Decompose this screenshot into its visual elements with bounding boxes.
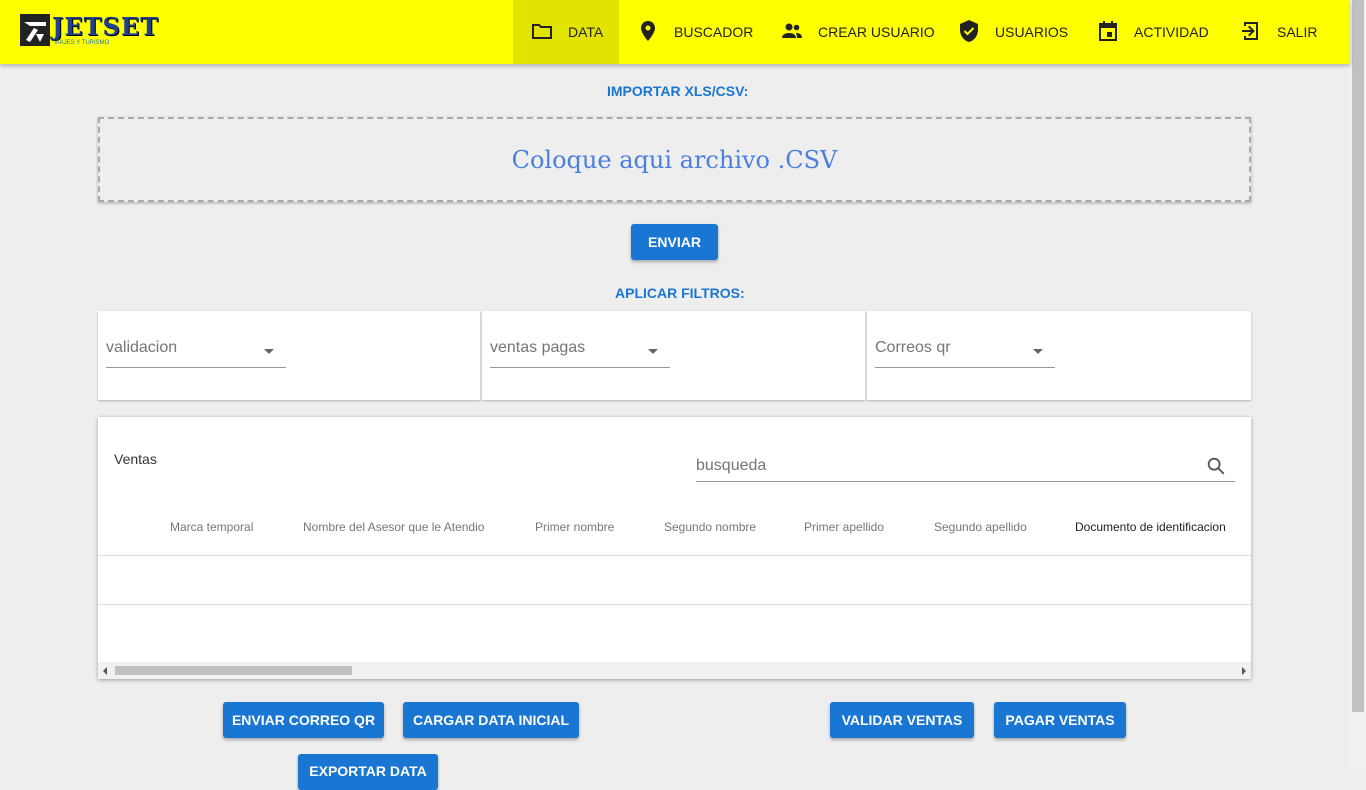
filter-card-ventas-pagas: ventas pagas [482,311,865,400]
dropdown-arrow-icon [1033,349,1043,354]
column-header[interactable]: Primer nombre [535,520,614,534]
page-scroll-thumb[interactable] [1352,0,1364,712]
column-header[interactable]: Primer apellido [804,520,884,534]
load-initial-data-button[interactable]: CARGAR DATA INICIAL [403,702,579,738]
nav-crear-usuario-label: CREAR USUARIO [818,24,935,40]
top-app-bar: JETSET VIAJES Y TURISMO DATA BUSCADOR CR… [0,0,1350,64]
ventas-pagas-select-placeholder: ventas pagas [490,339,586,356]
scroll-left-icon[interactable] [103,667,107,675]
nav-salir-label: SALIR [1277,24,1318,40]
nav-crear-usuario[interactable]: CREAR USUARIO [780,0,935,64]
row-divider [98,604,1251,605]
people-icon [780,19,804,46]
nav-usuarios[interactable]: USUARIOS [957,0,1068,64]
filter-card-correos-qr: Correos qr [867,311,1251,400]
pay-sales-button[interactable]: PAGAR VENTAS [994,702,1126,738]
filter-card-validacion: validacion [98,311,480,400]
dropdown-arrow-icon [264,349,274,354]
scroll-thumb[interactable] [115,666,352,675]
validate-sales-button[interactable]: VALIDAR VENTAS [830,702,974,738]
column-header[interactable]: Marca temporal [170,520,253,534]
dropdown-arrow-icon [648,349,658,354]
folder-icon [530,19,554,46]
validacion-select[interactable]: validacion [106,339,286,368]
calendar-icon [1096,19,1120,46]
csv-dropzone[interactable]: Coloque aqui archivo .CSV [98,117,1251,202]
nav-data[interactable]: DATA [513,0,619,64]
logo-brand-text: JETSET [52,12,159,41]
correos-qr-select[interactable]: Correos qr [875,339,1055,368]
nav-actividad-label: ACTIVIDAD [1134,24,1209,40]
correos-qr-select-placeholder: Correos qr [875,339,951,356]
search-icon[interactable] [1205,455,1227,482]
logo-mark-icon [20,14,50,46]
page-scrollbar[interactable] [1350,0,1366,768]
validacion-select-placeholder: validacion [106,339,178,356]
import-title: IMPORTAR XLS/CSV: [607,83,749,99]
exit-icon [1239,19,1263,46]
horizontal-scrollbar[interactable] [98,662,1251,679]
dropzone-text: Coloque aqui archivo .CSV [511,145,838,174]
nav-data-label: DATA [568,24,604,40]
nav-actividad[interactable]: ACTIVIDAD [1096,0,1209,64]
search-placeholder: busqueda [696,457,767,474]
export-data-button[interactable]: EXPORTAR DATA [298,754,438,790]
column-header[interactable]: Segundo nombre [664,520,756,534]
column-header[interactable]: Nombre del Asesor que le Atendio [303,520,484,534]
nav-buscador-label: BUSCADOR [674,24,754,40]
logo-tagline: VIAJES Y TURISMO [54,40,110,46]
ventas-pagas-select[interactable]: ventas pagas [490,339,670,368]
jetset-logo[interactable]: JETSET VIAJES Y TURISMO [20,12,158,50]
filters-title: APLICAR FILTROS: [615,285,745,301]
send-button[interactable]: ENVIAR [631,224,718,260]
nav-salir[interactable]: SALIR [1239,0,1317,64]
column-header[interactable]: Documento de identificacion [1075,520,1226,534]
search-field[interactable]: busqueda [696,452,1235,482]
header-divider [98,555,1251,556]
column-header[interactable]: Segundo apellido [934,520,1027,534]
nav-buscador[interactable]: BUSCADOR [636,0,753,64]
location-pin-icon [636,19,660,46]
shield-check-icon [957,19,981,46]
ventas-table-card: Ventas busqueda Marca temporal Nombre de… [98,417,1251,679]
scroll-right-icon[interactable] [1242,667,1246,675]
send-qr-email-button[interactable]: ENVIAR CORREO QR [223,702,384,738]
nav-usuarios-label: USUARIOS [995,24,1069,40]
table-title: Ventas [114,451,157,467]
